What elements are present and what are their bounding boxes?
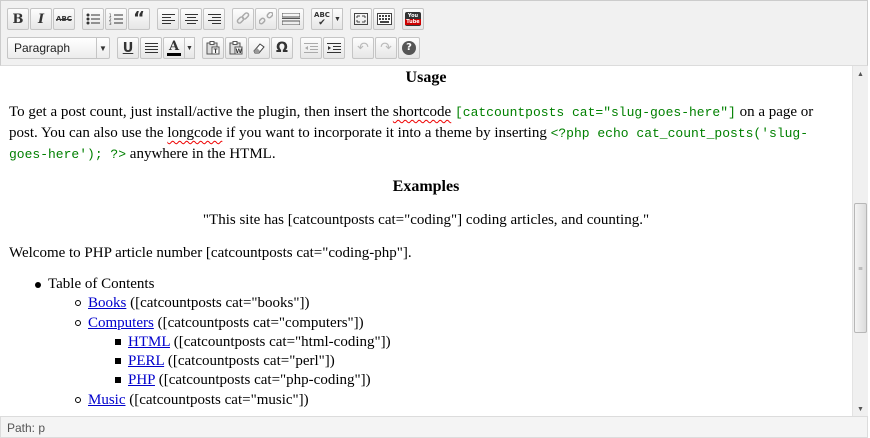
paste-word-button[interactable]: W xyxy=(225,37,247,59)
list-bullet xyxy=(75,320,81,326)
redo-button[interactable]: ↷ xyxy=(375,37,397,59)
music-link[interactable]: Music xyxy=(88,392,126,408)
text-color-split: A ▼ xyxy=(163,37,195,59)
scrollbar-thumb[interactable]: ≡ xyxy=(854,203,867,333)
paste-text-icon: T xyxy=(206,41,220,55)
align-justify-icon xyxy=(144,42,158,53)
list-item-computers: Computers ([catcountposts cat="computers… xyxy=(88,315,364,331)
indent-icon xyxy=(327,42,341,53)
color-swatch xyxy=(167,53,181,56)
align-left-icon xyxy=(161,13,175,24)
scroll-down-arrow[interactable]: ▼ xyxy=(853,401,868,416)
more-tag-icon xyxy=(282,13,300,25)
blockquote-button[interactable]: “ xyxy=(128,8,150,30)
unlink-icon xyxy=(259,12,273,25)
chevron-down-icon: ▼ xyxy=(96,38,109,58)
undo-button[interactable]: ↶ xyxy=(352,37,374,59)
redo-icon: ↷ xyxy=(380,40,392,56)
perl-link[interactable]: PERL xyxy=(128,353,164,369)
format-select[interactable]: Paragraph ▼ xyxy=(7,37,110,59)
toolbar-row-2: Paragraph ▼ U A ▼ T W Ω ↶ ↷ ? xyxy=(7,36,421,60)
list-bullet xyxy=(75,397,81,403)
computers-link[interactable]: Computers xyxy=(88,315,154,331)
undo-icon: ↶ xyxy=(357,40,369,56)
paste-word-icon: W xyxy=(229,41,243,55)
youtube-button[interactable]: You Tube xyxy=(402,8,424,30)
bullet-list-button[interactable] xyxy=(82,8,104,30)
numbered-list-icon: 123 xyxy=(109,13,123,25)
text-color-dropdown[interactable]: ▼ xyxy=(185,37,195,59)
format-select-value: Paragraph xyxy=(14,41,71,55)
svg-text:3: 3 xyxy=(109,21,112,25)
align-right-button[interactable] xyxy=(203,8,225,30)
paste-text-button[interactable]: T xyxy=(202,37,224,59)
examples-heading: Examples xyxy=(392,178,460,195)
list-bullet xyxy=(115,377,121,383)
php-link[interactable]: PHP xyxy=(128,372,155,388)
shortcode-snippet: [catcountposts cat="slug-goes-here"] xyxy=(454,105,736,120)
align-left-button[interactable] xyxy=(157,8,179,30)
bold-button[interactable]: B xyxy=(7,8,29,30)
strikethrough-button[interactable]: ABC xyxy=(53,8,75,30)
element-path: Path: p xyxy=(7,421,46,435)
usage-heading: Usage xyxy=(405,69,447,86)
spellcheck-dropdown[interactable]: ▼ xyxy=(333,8,343,30)
fullscreen-icon xyxy=(354,13,368,25)
books-link[interactable]: Books xyxy=(88,295,126,311)
svg-text:W: W xyxy=(236,48,243,55)
list-bullet xyxy=(115,339,121,345)
unlink-button[interactable] xyxy=(255,8,277,30)
insert-link-button[interactable] xyxy=(232,8,254,30)
numbered-list-button[interactable]: 123 xyxy=(105,8,127,30)
scroll-up-arrow[interactable]: ▲ xyxy=(853,66,868,81)
toolbar-row-1: B I ABC 123 “ ABC ✔ ▼ You Tube xyxy=(7,7,425,31)
special-char-button[interactable]: Ω xyxy=(271,37,293,59)
vertical-scrollbar[interactable]: ▲ ≡ ▼ xyxy=(852,66,868,416)
welcome-paragraph: Welcome to PHP article number [catcountp… xyxy=(9,245,412,261)
editor-content[interactable]: Usage To get a post count, just install/… xyxy=(0,66,852,416)
align-right-icon xyxy=(207,13,221,24)
text-color-button[interactable]: A xyxy=(163,37,185,59)
align-center-icon xyxy=(184,13,198,24)
fullscreen-button[interactable] xyxy=(350,8,372,30)
keyboard-icon xyxy=(376,13,392,25)
spellcheck-split: ABC ✔ ▼ xyxy=(311,8,343,30)
check-icon: ✔ xyxy=(318,17,326,28)
help-button[interactable]: ? xyxy=(398,37,420,59)
list-item-toc: Table of Contents xyxy=(48,276,155,292)
eraser-icon xyxy=(253,43,265,54)
list-bullet xyxy=(35,282,41,288)
editor-toolbar: B I ABC 123 “ ABC ✔ ▼ You Tube Paragraph… xyxy=(0,0,868,66)
spellcheck-button[interactable]: ABC ✔ xyxy=(311,8,333,30)
list-item-music: Music ([catcountposts cat="music"]) xyxy=(88,392,309,408)
indent-button[interactable] xyxy=(323,37,345,59)
italic-button[interactable]: I xyxy=(30,8,52,30)
list-item-php: PHP ([catcountposts cat="php-coding"]) xyxy=(128,372,371,388)
insert-more-button[interactable] xyxy=(278,8,304,30)
html-link[interactable]: HTML xyxy=(128,334,170,350)
outdent-button[interactable] xyxy=(300,37,322,59)
usage-paragraph: To get a post count, just install/active… xyxy=(9,104,814,162)
help-icon: ? xyxy=(402,41,416,55)
status-bar: Path: p xyxy=(0,416,868,438)
list-bullet xyxy=(75,300,81,306)
kitchen-sink-button[interactable] xyxy=(373,8,395,30)
list-item-books: Books ([catcountposts cat="books"]) xyxy=(88,295,310,311)
youtube-icon: You Tube xyxy=(405,12,421,26)
justify-button[interactable] xyxy=(140,37,162,59)
outdent-icon xyxy=(304,42,318,53)
list-item-html: HTML ([catcountposts cat="html-coding"]) xyxy=(128,334,391,350)
underline-button[interactable]: U xyxy=(117,37,139,59)
example-quote: "This site has [catcountposts cat="codin… xyxy=(202,212,650,228)
list-bullet xyxy=(115,358,121,364)
bullet-list-icon xyxy=(86,13,100,25)
align-center-button[interactable] xyxy=(180,8,202,30)
link-icon xyxy=(236,12,250,24)
quote-icon: “ xyxy=(133,8,145,29)
remove-format-button[interactable] xyxy=(248,37,270,59)
list-item-perl: PERL ([catcountposts cat="perl"]) xyxy=(128,353,335,369)
